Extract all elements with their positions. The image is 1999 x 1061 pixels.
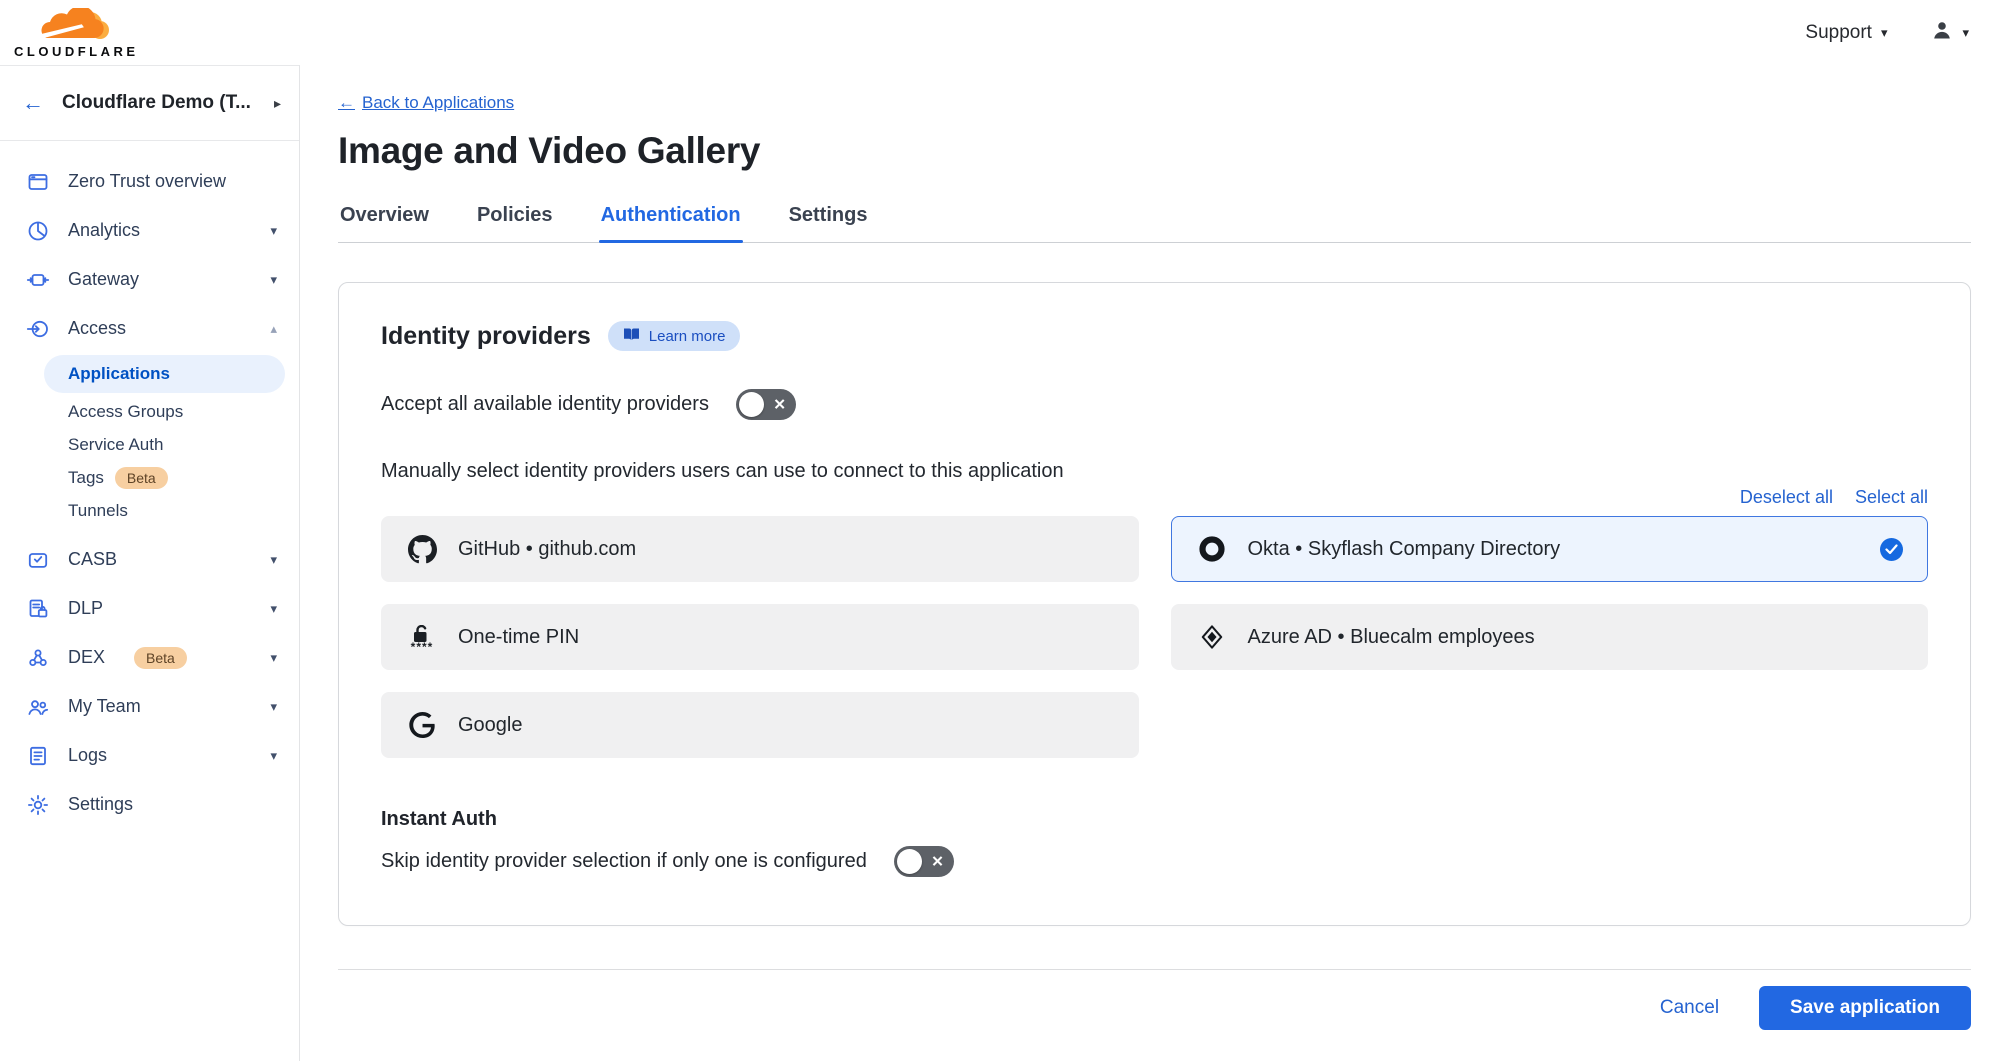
cancel-button[interactable]: Cancel — [1660, 997, 1719, 1019]
accept-all-label: Accept all available identity providers — [381, 393, 709, 416]
chevron-down-icon: ▾ — [1881, 25, 1888, 41]
beta-badge: Beta — [134, 647, 187, 669]
toggle-knob — [897, 849, 922, 874]
casb-box-check-icon — [26, 548, 50, 572]
identity-providers-card: Identity providers Learn more Accept all… — [338, 282, 1971, 926]
chevron-down-icon: ▾ — [270, 272, 277, 288]
provider-card-one-time-pin[interactable]: **** One-time PIN — [381, 604, 1139, 670]
top-bar: CLOUDFLARE Support ▾ ▾ — [0, 0, 1999, 65]
sidebar-item-settings[interactable]: Settings — [0, 780, 299, 829]
cloudflare-logo[interactable]: CLOUDFLARE — [14, 8, 139, 58]
back-arrow-icon[interactable]: ← — [22, 90, 44, 116]
sidebar-account-header: ← Cloudflare Demo (T... ▸ — [0, 66, 299, 141]
toggle-x-icon: ✕ — [773, 395, 786, 413]
tab-overview[interactable]: Overview — [338, 204, 431, 242]
otp-stars: **** — [411, 645, 434, 649]
user-avatar-icon — [1931, 19, 1953, 46]
access-subnav: Applications Access Groups Service Auth … — [0, 355, 299, 527]
chevron-right-icon[interactable]: ▸ — [274, 95, 281, 112]
cloudflare-wordmark: CLOUDFLARE — [14, 45, 139, 58]
grid-spacer — [1171, 692, 1929, 758]
provider-card-azure-ad[interactable]: Azure AD • Bluecalm employees — [1171, 604, 1929, 670]
topbar-actions: Support ▾ ▾ — [1805, 19, 1969, 46]
chevron-down-icon: ▾ — [270, 699, 277, 715]
sidebar-item-zero-trust-overview[interactable]: Zero Trust overview — [0, 157, 299, 206]
provider-card-okta[interactable]: Okta • Skyflash Company Directory — [1171, 516, 1929, 582]
accept-all-toggle[interactable]: ✕ — [736, 389, 796, 420]
learn-more-badge[interactable]: Learn more — [608, 321, 741, 351]
instant-auth-toggle[interactable]: ✕ — [894, 846, 954, 877]
sidebar-item-service-auth[interactable]: Service Auth — [0, 428, 299, 461]
tab-settings[interactable]: Settings — [787, 204, 870, 242]
access-icon — [26, 317, 50, 341]
page-title: Image and Video Gallery — [338, 130, 1971, 172]
sidebar-item-dlp[interactable]: DLP ▾ — [0, 584, 299, 633]
user-menu[interactable]: ▾ — [1931, 19, 1969, 46]
deselect-all-link[interactable]: Deselect all — [1740, 487, 1833, 508]
provider-grid: GitHub • github.com Okta • Skyflash Comp… — [381, 516, 1928, 758]
chevron-down-icon: ▾ — [1962, 25, 1969, 41]
logs-document-icon — [26, 744, 50, 768]
provider-card-google[interactable]: Google — [381, 692, 1139, 758]
dex-cluster-icon — [26, 646, 50, 670]
tab-authentication[interactable]: Authentication — [599, 204, 743, 242]
document-lock-icon — [26, 597, 50, 621]
pie-chart-icon — [26, 219, 50, 243]
manual-select-text: Manually select identity providers users… — [381, 460, 1928, 483]
chevron-down-icon: ▾ — [270, 601, 277, 617]
selected-check-icon — [1880, 538, 1903, 561]
support-menu[interactable]: Support ▾ — [1805, 22, 1887, 44]
back-arrow-icon: ← — [338, 93, 355, 113]
overview-window-icon — [26, 170, 50, 194]
chevron-down-icon: ▾ — [270, 650, 277, 666]
instant-auth-heading: Instant Auth — [381, 808, 1928, 831]
tab-policies[interactable]: Policies — [475, 204, 555, 242]
toggle-x-icon: ✕ — [931, 852, 944, 870]
footer-divider — [338, 969, 1971, 970]
save-application-button[interactable]: Save application — [1759, 986, 1971, 1030]
sidebar-item-dex[interactable]: DEX Beta ▾ — [0, 633, 299, 682]
sidebar: ← Cloudflare Demo (T... ▸ Zero Trust ove… — [0, 65, 300, 1061]
okta-icon — [1196, 535, 1228, 563]
google-icon — [406, 712, 438, 738]
beta-badge: Beta — [115, 467, 168, 489]
github-icon — [406, 535, 438, 564]
sidebar-item-my-team[interactable]: My Team ▾ — [0, 682, 299, 731]
toggle-knob — [739, 392, 764, 417]
sidebar-item-casb[interactable]: CASB ▾ — [0, 535, 299, 584]
back-to-applications-link[interactable]: ← Back to Applications — [338, 93, 514, 113]
gateway-icon — [26, 268, 50, 292]
instant-auth-description: Skip identity provider selection if only… — [381, 850, 867, 873]
account-name[interactable]: Cloudflare Demo (T... — [62, 92, 251, 114]
app-window: CLOUDFLARE Support ▾ ▾ ← Cloudflare Demo… — [0, 0, 1999, 1061]
sidebar-item-access[interactable]: Access ▴ — [0, 304, 299, 353]
sidebar-item-analytics[interactable]: Analytics ▾ — [0, 206, 299, 255]
footer-actions: Cancel Save application — [338, 986, 1971, 1030]
one-time-pin-lock-icon: **** — [406, 625, 438, 649]
identity-providers-heading: Identity providers — [381, 322, 591, 351]
azure-ad-icon — [1196, 624, 1228, 650]
sidebar-item-logs[interactable]: Logs ▾ — [0, 731, 299, 780]
book-icon — [623, 327, 640, 345]
chevron-down-icon: ▾ — [270, 223, 277, 239]
chevron-down-icon: ▾ — [270, 748, 277, 764]
chevron-down-icon: ▾ — [270, 552, 277, 568]
sidebar-item-tunnels[interactable]: Tunnels — [0, 494, 299, 527]
main-content: ← Back to Applications Image and Video G… — [300, 65, 1999, 1061]
tab-bar: Overview Policies Authentication Setting… — [338, 204, 1971, 243]
sidebar-item-access-groups[interactable]: Access Groups — [0, 395, 299, 428]
instant-auth-section: Instant Auth Skip identity provider sele… — [381, 808, 1928, 877]
sidebar-item-gateway[interactable]: Gateway ▾ — [0, 255, 299, 304]
cloudflare-cloud-icon — [24, 8, 128, 44]
provider-card-github[interactable]: GitHub • github.com — [381, 516, 1139, 582]
team-people-icon — [26, 695, 50, 719]
sidebar-item-tags[interactable]: Tags Beta — [0, 461, 299, 494]
chevron-up-icon: ▴ — [270, 321, 277, 337]
gear-icon — [26, 793, 50, 817]
select-all-link[interactable]: Select all — [1855, 487, 1928, 508]
sidebar-nav: Zero Trust overview Analytics ▾ Gateway … — [0, 141, 299, 829]
sidebar-item-applications[interactable]: Applications — [44, 355, 285, 393]
